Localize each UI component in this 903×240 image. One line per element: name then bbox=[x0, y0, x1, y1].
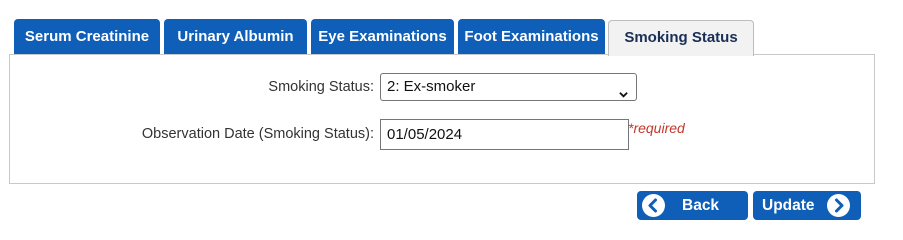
tab-urinary-albumin[interactable]: Urinary Albumin bbox=[164, 19, 307, 55]
tab-serum-creatinine[interactable]: Serum Creatinine bbox=[14, 19, 160, 55]
back-button-label: Back bbox=[682, 197, 720, 214]
update-button-label: Update bbox=[762, 197, 815, 214]
smoking-status-label: Smoking Status: bbox=[268, 79, 374, 95]
back-arrow-icon bbox=[642, 194, 665, 217]
tab-foot-examinations[interactable]: Foot Examinations bbox=[458, 19, 605, 55]
forward-arrow-icon bbox=[827, 194, 850, 217]
smoking-status-select[interactable]: 2: Ex-smoker bbox=[380, 73, 637, 101]
observation-date-value: 01/05/2024 bbox=[387, 126, 463, 143]
tab-smoking-status[interactable]: Smoking Status bbox=[608, 20, 754, 56]
required-indicator: *required bbox=[628, 120, 685, 136]
observation-date-label: Observation Date (Smoking Status): bbox=[141, 126, 374, 142]
tab-eye-examinations[interactable]: Eye Examinations bbox=[311, 19, 454, 55]
chevron-down-icon bbox=[619, 82, 628, 98]
smoking-status-selected-value: 2: Ex-smoker bbox=[387, 78, 476, 95]
update-button[interactable]: Update bbox=[753, 191, 861, 220]
observation-date-input[interactable]: 01/05/2024 bbox=[380, 119, 629, 150]
back-button[interactable]: Back bbox=[637, 191, 748, 220]
